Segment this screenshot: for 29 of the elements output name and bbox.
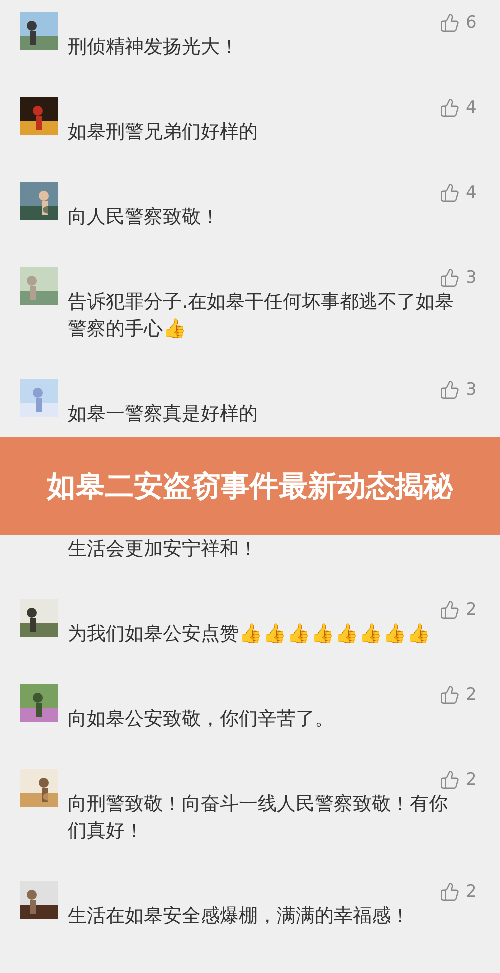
like-count: 2 [466, 599, 478, 621]
like-count: 2 [466, 881, 478, 903]
comment-text: 向刑警致敬！向奋斗一线人民警察致敬！有你们真好！ [68, 792, 449, 844]
thumbs-up-icon[interactable] [440, 183, 460, 203]
like-count: 3 [466, 379, 478, 401]
comment-text: 如皋刑警兄弟们好样的 [68, 120, 259, 145]
thumbs-up-icon[interactable] [440, 268, 460, 288]
thumbs-up-icon[interactable] [440, 98, 460, 118]
comment-text: 如皋一警察真是好样的 [68, 402, 259, 427]
thumbs-up-icon[interactable] [440, 685, 460, 705]
comment-text: 告诉犯罪分子.在如皋干任何坏事都逃不了如皋警察的手心👍 [68, 290, 456, 342]
like-count: 3 [466, 267, 478, 289]
comment-text: 为我们如皋公安点赞👍👍👍👍👍👍👍👍 [68, 622, 432, 647]
banner-title: 如皋二安盗窃事件最新动态揭秘 [47, 468, 453, 505]
comment-text: 生活会更加安宁祥和！ [68, 537, 259, 562]
like-count: 4 [466, 182, 478, 204]
comment-text: 刑侦精神发扬光大！ [68, 35, 240, 60]
like-count: 2 [466, 769, 478, 791]
thumbs-up-icon[interactable] [440, 770, 460, 790]
comment-text: 向如皋公安致敬，你们辛苦了。 [68, 707, 335, 732]
like-count: 4 [466, 97, 478, 119]
thumbs-up-icon[interactable] [440, 13, 460, 33]
thumbs-up-icon[interactable] [440, 600, 460, 620]
thumbs-up-icon[interactable] [440, 882, 460, 902]
comment-text: 向人民警察致敬！ [68, 205, 221, 230]
like-count: 2 [466, 684, 478, 706]
like-count: 6 [466, 12, 478, 34]
comment-text: 生活在如皋安全感爆棚，满满的幸福感！ [68, 904, 411, 929]
thumbs-up-icon[interactable] [440, 380, 460, 400]
